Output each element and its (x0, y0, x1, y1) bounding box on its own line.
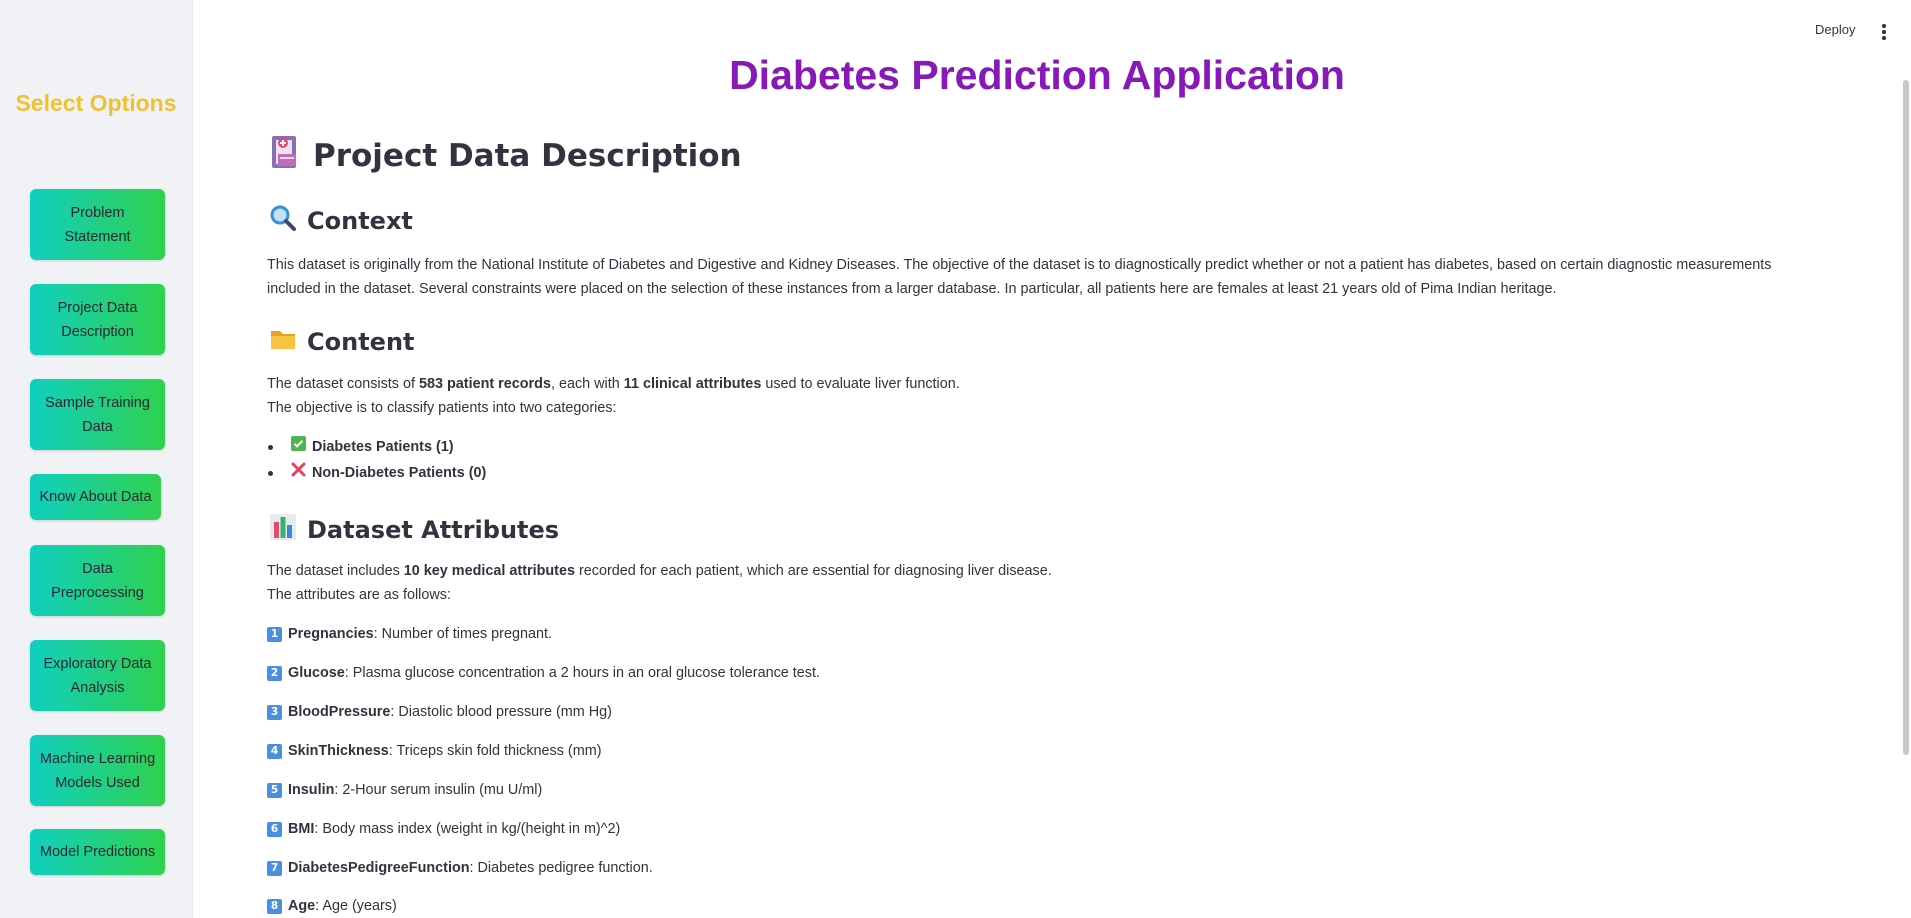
attribute-name: Glucose (288, 665, 345, 681)
sidebar-item-exploratory-data-analysis[interactable]: Exploratory Data Analysis (30, 640, 165, 711)
section-title: Project Data Description (269, 134, 742, 178)
scrollbar[interactable] (1903, 80, 1909, 755)
attribute-name: SkinThickness (288, 743, 389, 759)
attribute-desc: : Body mass index (weight in kg/(height … (314, 821, 621, 837)
sidebar: Select Options Problem Statement Project… (0, 0, 193, 918)
bullet-label: Non-Diabetes Patients (0) (312, 465, 487, 481)
sidebar-item-model-predictions[interactable]: Model Predictions (30, 829, 165, 875)
content-heading: Content (269, 326, 415, 358)
attribute-desc: : Diastolic blood pressure (mm Hg) (390, 704, 612, 720)
keycap-number-icon: 5 (267, 782, 282, 798)
section-title-text: Project Data Description (313, 138, 742, 174)
attributes-text-post: recorded for each patient, which are ess… (574, 563, 1052, 579)
attributes-heading: Dataset Attributes (269, 513, 559, 547)
folder-icon (269, 326, 297, 358)
attribute-name: Age (288, 898, 316, 914)
attribute-item: 5 Insulin: 2-Hour serum insulin (mu U/ml… (267, 778, 542, 802)
sidebar-title: Select Options (15, 90, 177, 116)
content-text-pre: The dataset consists of (267, 376, 419, 392)
attribute-desc: : Age (years) (315, 898, 397, 914)
attribute-name: BloodPressure (288, 704, 391, 720)
app-title: Diabetes Prediction Application (729, 52, 1345, 98)
attributes-paragraph-1: The dataset includes 10 key medical attr… (267, 559, 1827, 583)
content-records-count: 583 patient records (418, 376, 551, 392)
keycap-number-icon: 4 (267, 743, 282, 759)
attribute-name: Pregnancies (288, 626, 374, 642)
keycap-number-icon: 7 (267, 860, 282, 876)
content-heading-text: Content (307, 328, 415, 356)
attribute-item: 3 BloodPressure: Diastolic blood pressur… (267, 700, 612, 724)
attribute-item: 1 Pregnancies: Number of times pregnant. (267, 622, 552, 646)
bar-chart-icon (269, 513, 297, 547)
attribute-desc: : Triceps skin fold thickness (mm) (388, 743, 602, 759)
medical-record-icon (269, 134, 301, 178)
context-heading-text: Context (307, 207, 413, 235)
attribute-item: 6 BMI: Body mass index (weight in kg/(he… (267, 817, 620, 841)
attribute-item: 8 Age: Age (years) (267, 894, 397, 918)
keycap-number-icon: 1 (267, 626, 282, 642)
bullet-label: Diabetes Patients (1) (312, 439, 454, 455)
content-paragraph-2: The objective is to classify patients in… (267, 400, 617, 416)
bullet-dot (268, 444, 273, 450)
attribute-name: DiabetesPedigreeFunction (288, 860, 470, 876)
kebab-menu-icon[interactable] (1878, 22, 1890, 42)
sidebar-item-problem-statement[interactable]: Problem Statement (30, 189, 165, 260)
bullet-dot (268, 470, 273, 476)
keycap-number-icon: 3 (267, 704, 282, 720)
cross-icon (291, 461, 306, 485)
check-icon (291, 435, 306, 459)
keycap-number-icon: 8 (267, 898, 282, 914)
sidebar-item-know-about-data[interactable]: Know About Data (30, 474, 161, 520)
attributes-text-pre: The dataset includes (267, 563, 404, 579)
attributes-heading-text: Dataset Attributes (307, 516, 560, 544)
magnifier-icon (269, 204, 297, 238)
attribute-item: 7 DiabetesPedigreeFunction: Diabetes ped… (267, 856, 653, 880)
sidebar-item-machine-learning-models[interactable]: Machine Learning Models Used (30, 735, 165, 806)
attribute-desc: : Plasma glucose concentration a 2 hours… (344, 665, 820, 681)
content-text-mid: , each with (550, 376, 624, 392)
sidebar-item-data-preprocessing[interactable]: Data Preprocessing (30, 545, 165, 616)
list-item: Non-Diabetes Patients (0) (266, 461, 486, 485)
attribute-name: BMI (288, 821, 315, 837)
attribute-desc: : 2-Hour serum insulin (mu U/ml) (334, 782, 543, 798)
sidebar-item-project-data-description[interactable]: Project Data Description (30, 284, 165, 355)
content-attributes-count: 11 clinical attributes (623, 376, 762, 392)
keycap-number-icon: 6 (267, 821, 282, 837)
deploy-button[interactable]: Deploy (1815, 22, 1855, 37)
attribute-desc: : Number of times pregnant. (373, 626, 552, 642)
attribute-item: 4 SkinThickness: Triceps skin fold thick… (267, 739, 602, 763)
list-item: Diabetes Patients (1) (266, 435, 454, 459)
context-paragraph: This dataset is originally from the Nati… (267, 257, 1772, 297)
attributes-paragraph-2: The attributes are as follows: (267, 587, 451, 603)
attribute-name: Insulin (288, 782, 335, 798)
content-text-post: used to evaluate liver function. (761, 376, 960, 392)
attributes-count: 10 key medical attributes (403, 563, 575, 579)
content-paragraph-1: The dataset consists of 583 patient reco… (267, 372, 1827, 396)
context-heading: Context (269, 204, 413, 238)
keycap-number-icon: 2 (267, 665, 282, 681)
sidebar-item-sample-training-data[interactable]: Sample Training Data (30, 379, 165, 450)
attribute-desc: : Diabetes pedigree function. (469, 860, 653, 876)
attribute-item: 2 Glucose: Plasma glucose concentration … (267, 661, 820, 685)
